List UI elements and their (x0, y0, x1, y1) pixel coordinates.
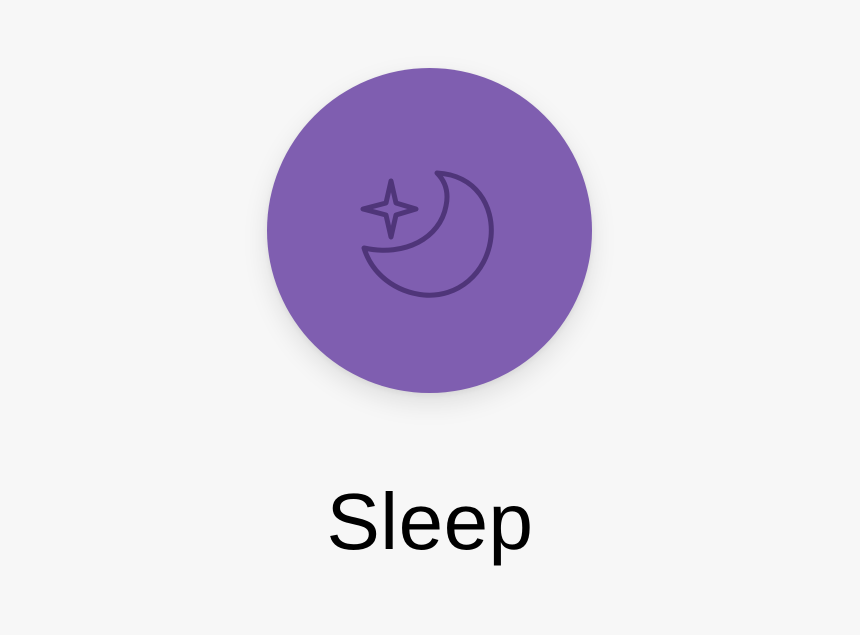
mode-label: Sleep (326, 477, 534, 566)
moon-stars-icon (360, 170, 494, 298)
